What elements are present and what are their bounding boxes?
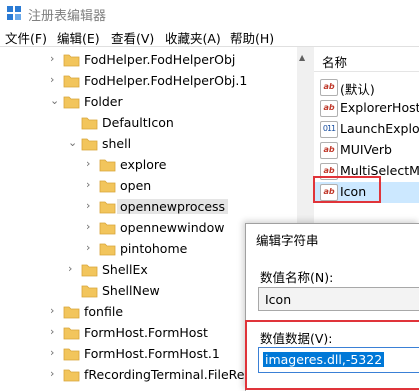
- tree-node-label[interactable]: FormHost.FormHost: [84, 325, 208, 340]
- value-name: (默认): [340, 82, 375, 97]
- tree-node-label[interactable]: fRecordingTerminal.FileReco: [84, 367, 259, 382]
- tree-node[interactable]: DefaultIcon: [0, 113, 297, 134]
- folder-icon: [99, 243, 116, 256]
- chevron-right-icon[interactable]: ›: [86, 221, 96, 233]
- folder-icon: [81, 285, 98, 298]
- tree-node-label[interactable]: FodHelper.FodHelperObj.1: [84, 73, 247, 88]
- chevron-down-icon[interactable]: ⌄: [68, 137, 78, 149]
- folder-icon: [99, 180, 116, 193]
- tree-node-label[interactable]: explore: [120, 157, 166, 172]
- value-data-highlight-box: [245, 320, 419, 390]
- menu-favorites[interactable]: 收藏夹(A): [165, 28, 221, 47]
- folder-icon: [63, 348, 80, 361]
- tree-node-label[interactable]: fonfile: [84, 304, 123, 319]
- tree-node-label[interactable]: Folder: [84, 94, 123, 109]
- folder-icon: [63, 369, 80, 382]
- tree-node[interactable]: › FodHelper.FodHelperObj: [0, 50, 297, 71]
- folder-icon: [81, 117, 98, 130]
- chevron-right-icon[interactable]: ›: [86, 200, 96, 212]
- tree-node[interactable]: › opennewprocess: [0, 197, 297, 218]
- menu-edit[interactable]: 编辑(E): [57, 28, 100, 47]
- folder-icon: [63, 54, 80, 67]
- tree-node[interactable]: › explore: [0, 155, 297, 176]
- tree-node[interactable]: ⌄ Folder: [0, 92, 297, 113]
- value-name-text: Icon: [265, 292, 292, 307]
- value-row[interactable]: 011LaunchExplore: [314, 119, 419, 140]
- value-name-label: 数值名称(N):: [260, 270, 334, 285]
- title-bar: 注册表编辑器: [0, 0, 419, 26]
- tree-node-label[interactable]: FormHost.FormHost.1: [84, 346, 220, 361]
- folder-icon: [63, 306, 80, 319]
- value-row[interactable]: ab (默认): [314, 77, 419, 98]
- chevron-right-icon[interactable]: ›: [50, 347, 60, 359]
- chevron-right-icon[interactable]: ›: [50, 74, 60, 86]
- name-column-label: 名称: [322, 55, 348, 70]
- folder-icon: [99, 222, 116, 235]
- values-column-header[interactable]: 名称: [314, 47, 419, 72]
- chevron-right-icon[interactable]: ›: [50, 53, 60, 65]
- tree-node-label[interactable]: open: [120, 178, 151, 193]
- tree-node[interactable]: › FodHelper.FodHelperObj.1: [0, 71, 297, 92]
- tree-node-label[interactable]: ShellEx: [102, 262, 148, 277]
- folder-icon: [99, 201, 116, 214]
- menu-file[interactable]: 文件(F): [5, 28, 47, 47]
- tree-node-label[interactable]: opennewwindow: [120, 220, 224, 235]
- folder-icon: [63, 75, 80, 88]
- value-name: MUIVerb: [340, 142, 392, 157]
- tree-node[interactable]: ⌄ shell: [0, 134, 297, 155]
- tree-node-label[interactable]: FodHelper.FodHelperObj: [84, 52, 235, 67]
- folder-icon: [81, 138, 98, 151]
- folder-icon: [99, 159, 116, 172]
- chevron-right-icon[interactable]: ›: [50, 305, 60, 317]
- dialog-title: 编辑字符串: [256, 233, 319, 248]
- value-row[interactable]: ab MUIVerb: [314, 140, 419, 161]
- string-value-icon: ab: [320, 100, 338, 117]
- tree-node-label[interactable]: pintohome: [120, 241, 187, 256]
- chevron-right-icon[interactable]: ›: [86, 158, 96, 170]
- string-value-icon: ab: [320, 79, 338, 96]
- folder-icon: [81, 264, 98, 277]
- value-name: ExplorerHost: [340, 100, 419, 115]
- scroll-up-icon[interactable]: ▲: [299, 53, 305, 62]
- tree-node-label[interactable]: ShellNew: [102, 283, 160, 298]
- value-name-field: Icon: [258, 287, 419, 311]
- value-name: LaunchExplore: [340, 121, 419, 136]
- chevron-right-icon[interactable]: ›: [50, 368, 60, 380]
- folder-icon: [63, 96, 80, 109]
- icon-value-highlight-box: [313, 176, 381, 203]
- tree-node-label[interactable]: opennewprocess: [117, 199, 229, 214]
- string-value-icon: ab: [320, 142, 338, 159]
- tree-node-label[interactable]: DefaultIcon: [102, 115, 174, 130]
- binary-value-icon: 011: [320, 121, 338, 138]
- regedit-app-icon: [7, 6, 21, 20]
- folder-icon: [63, 327, 80, 340]
- value-row[interactable]: ab ExplorerHost: [314, 98, 419, 119]
- chevron-right-icon[interactable]: ›: [50, 326, 60, 338]
- tree-node-label[interactable]: shell: [102, 136, 131, 151]
- chevron-right-icon[interactable]: ›: [86, 179, 96, 191]
- menu-view[interactable]: 查看(V): [111, 28, 154, 47]
- chevron-down-icon[interactable]: ⌄: [50, 95, 60, 107]
- chevron-right-icon[interactable]: ›: [86, 242, 96, 254]
- chevron-right-icon[interactable]: ›: [68, 263, 78, 275]
- tree-node[interactable]: › open: [0, 176, 297, 197]
- menu-help[interactable]: 帮助(H): [230, 28, 274, 47]
- window-title: 注册表编辑器: [28, 9, 107, 24]
- menu-bar: 文件(F) 编辑(E) 查看(V) 收藏夹(A) 帮助(H): [0, 26, 419, 46]
